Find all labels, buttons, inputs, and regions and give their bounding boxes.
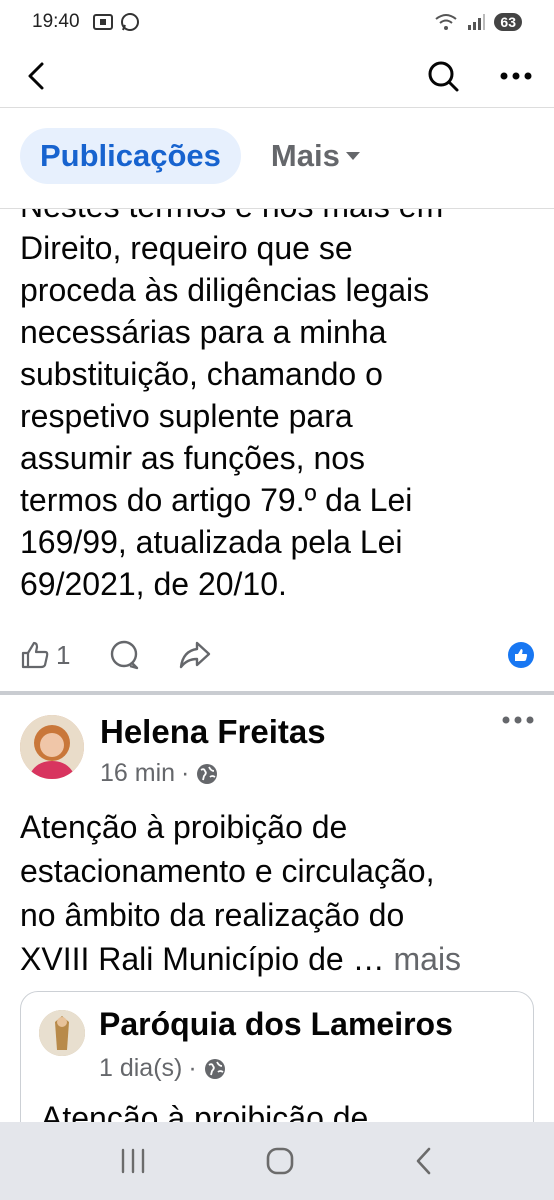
wifi-icon [435, 14, 458, 30]
post-options-icon[interactable] [502, 715, 534, 725]
post-text: Nestes termos e nos mais em Direito, req… [20, 209, 540, 605]
like-button[interactable]: 1 [20, 640, 70, 671]
post-text-line: Nestes termos e nos mais em [20, 209, 540, 227]
post-text-line: XVIII Rali Município de … [20, 941, 385, 977]
search-icon[interactable] [426, 59, 460, 93]
share-icon [180, 641, 211, 669]
shared-avatar[interactable] [39, 1010, 85, 1056]
post-text-line: respetivo suplente para [20, 398, 353, 434]
globe-icon [197, 763, 218, 784]
android-nav-bar [0, 1122, 554, 1200]
shared-time[interactable]: 1 dia(s) [99, 1054, 182, 1083]
globe-icon [204, 1058, 225, 1079]
tab-row: Publicações Mais [20, 128, 362, 184]
status-time: 19:40 [32, 11, 80, 32]
post-text-line: Direito, requeiro que se [20, 230, 353, 266]
screenshot-icon [92, 14, 113, 30]
status-icons [92, 12, 140, 32]
tab-publications[interactable]: Publicações [20, 128, 241, 184]
tab-more-label: Mais [270, 138, 340, 173]
post-text-line: no âmbito da realização do [20, 897, 405, 933]
avatar-image [20, 715, 84, 779]
post-text-line: estacionamento e circulação, [20, 853, 435, 889]
see-more-link[interactable]: mais [393, 941, 461, 977]
post-text-line: necessárias para a minha [20, 314, 387, 350]
like-reaction-icon[interactable] [508, 642, 534, 668]
back-icon[interactable] [412, 1145, 436, 1177]
recent-apps-icon[interactable] [118, 1147, 148, 1175]
signal-icon [468, 14, 486, 30]
back-arrow-icon[interactable] [22, 60, 54, 92]
battery-indicator: 63 [494, 13, 522, 31]
post-meta: 16 min · [100, 759, 219, 788]
feed-content[interactable]: Nestes termos e nos mais em Direito, req… [0, 208, 554, 1122]
shared-avatar-image [39, 1010, 85, 1056]
post-text-line: Atenção à proibição de [20, 809, 348, 845]
post-text-line: substituição, chamando o [20, 356, 383, 392]
like-reaction-thumb-icon [515, 649, 528, 661]
post-time[interactable]: 16 min [100, 759, 175, 788]
shared-author[interactable]: Paróquia dos Lameiros [99, 1006, 519, 1043]
post-separator [0, 691, 554, 695]
thumbs-up-icon [21, 641, 49, 669]
shared-meta: 1 dia(s) · [99, 1054, 227, 1083]
post-text-line: proceda às diligências legais [20, 272, 430, 308]
like-count: 1 [56, 639, 71, 670]
post-text-line: assumir as funções, nos [20, 440, 366, 476]
post-text: Atenção à proibição de estacionamento e … [20, 805, 540, 981]
tab-more[interactable]: Mais [271, 138, 362, 174]
meta-dot: · [188, 1054, 197, 1082]
home-icon[interactable] [264, 1145, 296, 1177]
post-text-line: 169/99, atualizada pela Lei [20, 524, 403, 560]
post-text-line: termos do artigo 79.º da Lei [20, 482, 413, 518]
shared-post-card[interactable]: Paróquia dos Lameiros 1 dia(s) · Atenção… [20, 991, 534, 1122]
status-right: 63 [434, 13, 522, 31]
comment-button[interactable] [108, 639, 140, 671]
post-text-line: 69/2021, de 20/10. [20, 566, 287, 602]
share-button[interactable] [178, 640, 212, 670]
whatsapp-icon [120, 13, 139, 31]
comment-icon [111, 640, 139, 670]
more-icon[interactable] [500, 71, 532, 81]
nav-actions [426, 59, 532, 93]
top-nav-bar [0, 44, 554, 108]
caret-down-icon [345, 152, 360, 160]
post-header: Helena Freitas 16 min · [20, 709, 534, 789]
status-bar: 19:40 63 [0, 0, 554, 44]
shared-text: Atenção à proibição de [41, 1100, 369, 1122]
post-actions: 1 [20, 639, 534, 671]
meta-dot: · [181, 759, 190, 787]
avatar[interactable] [20, 715, 84, 779]
post-text-line-last: XVIII Rali Município de … mais [20, 937, 540, 981]
post-author[interactable]: Helena Freitas [100, 713, 326, 751]
